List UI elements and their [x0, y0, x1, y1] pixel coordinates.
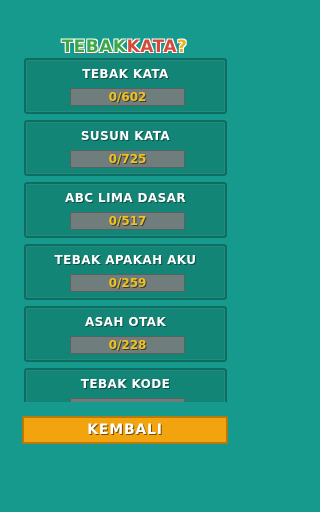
- category-card-tebak-kata[interactable]: TEBAK KATA 0/602: [24, 58, 227, 114]
- category-card-asah-otak[interactable]: ASAH OTAK 0/228: [24, 306, 227, 362]
- category-title: ASAH OTAK: [84, 315, 167, 329]
- category-card-tebak-kode[interactable]: TEBAK KODE: [24, 368, 227, 402]
- category-progress-bar: 0/602: [70, 88, 185, 106]
- back-button[interactable]: KEMBALI: [22, 416, 228, 444]
- category-card-tebak-apakah-aku[interactable]: TEBAK APAKAH AKU 0/259: [24, 244, 227, 300]
- category-title: ABC LIMA DASAR: [65, 191, 186, 205]
- logo-word-tebak: TEBAK: [61, 37, 127, 57]
- progress-text: 0/517: [108, 214, 147, 228]
- category-title: TEBAK KODE: [80, 377, 171, 391]
- category-progress-bar: 0/228: [70, 336, 185, 354]
- progress-text: [71, 399, 184, 402]
- category-title: TEBAK APAKAH AKU: [54, 253, 197, 267]
- game-logo: TEBAKKATA?: [0, 36, 249, 58]
- category-progress-bar: 0/725: [70, 150, 185, 168]
- category-list[interactable]: TEBAK KATA 0/602 SUSUN KATA 0/725 ABC LI…: [22, 58, 229, 402]
- level-select-screen: TEBAKKATA? TEBAK KATA 0/602 SUSUN KATA 0…: [0, 0, 249, 512]
- logo-word-kata: KATA: [126, 37, 178, 57]
- category-title: SUSUN KATA: [80, 129, 171, 143]
- category-progress-bar: 0/517: [70, 212, 185, 230]
- progress-text: 0/259: [108, 276, 147, 290]
- category-card-susun-kata[interactable]: SUSUN KATA 0/725: [24, 120, 227, 176]
- category-progress-bar: 0/259: [70, 274, 185, 292]
- progress-text: 0/602: [108, 90, 147, 104]
- progress-text: 0/228: [108, 338, 147, 352]
- logo-question-mark: ?: [177, 37, 188, 57]
- progress-text: 0/725: [108, 152, 147, 166]
- category-title: TEBAK KATA: [82, 67, 169, 81]
- category-card-abc-lima-dasar[interactable]: ABC LIMA DASAR 0/517: [24, 182, 227, 238]
- category-progress-bar: [70, 398, 185, 402]
